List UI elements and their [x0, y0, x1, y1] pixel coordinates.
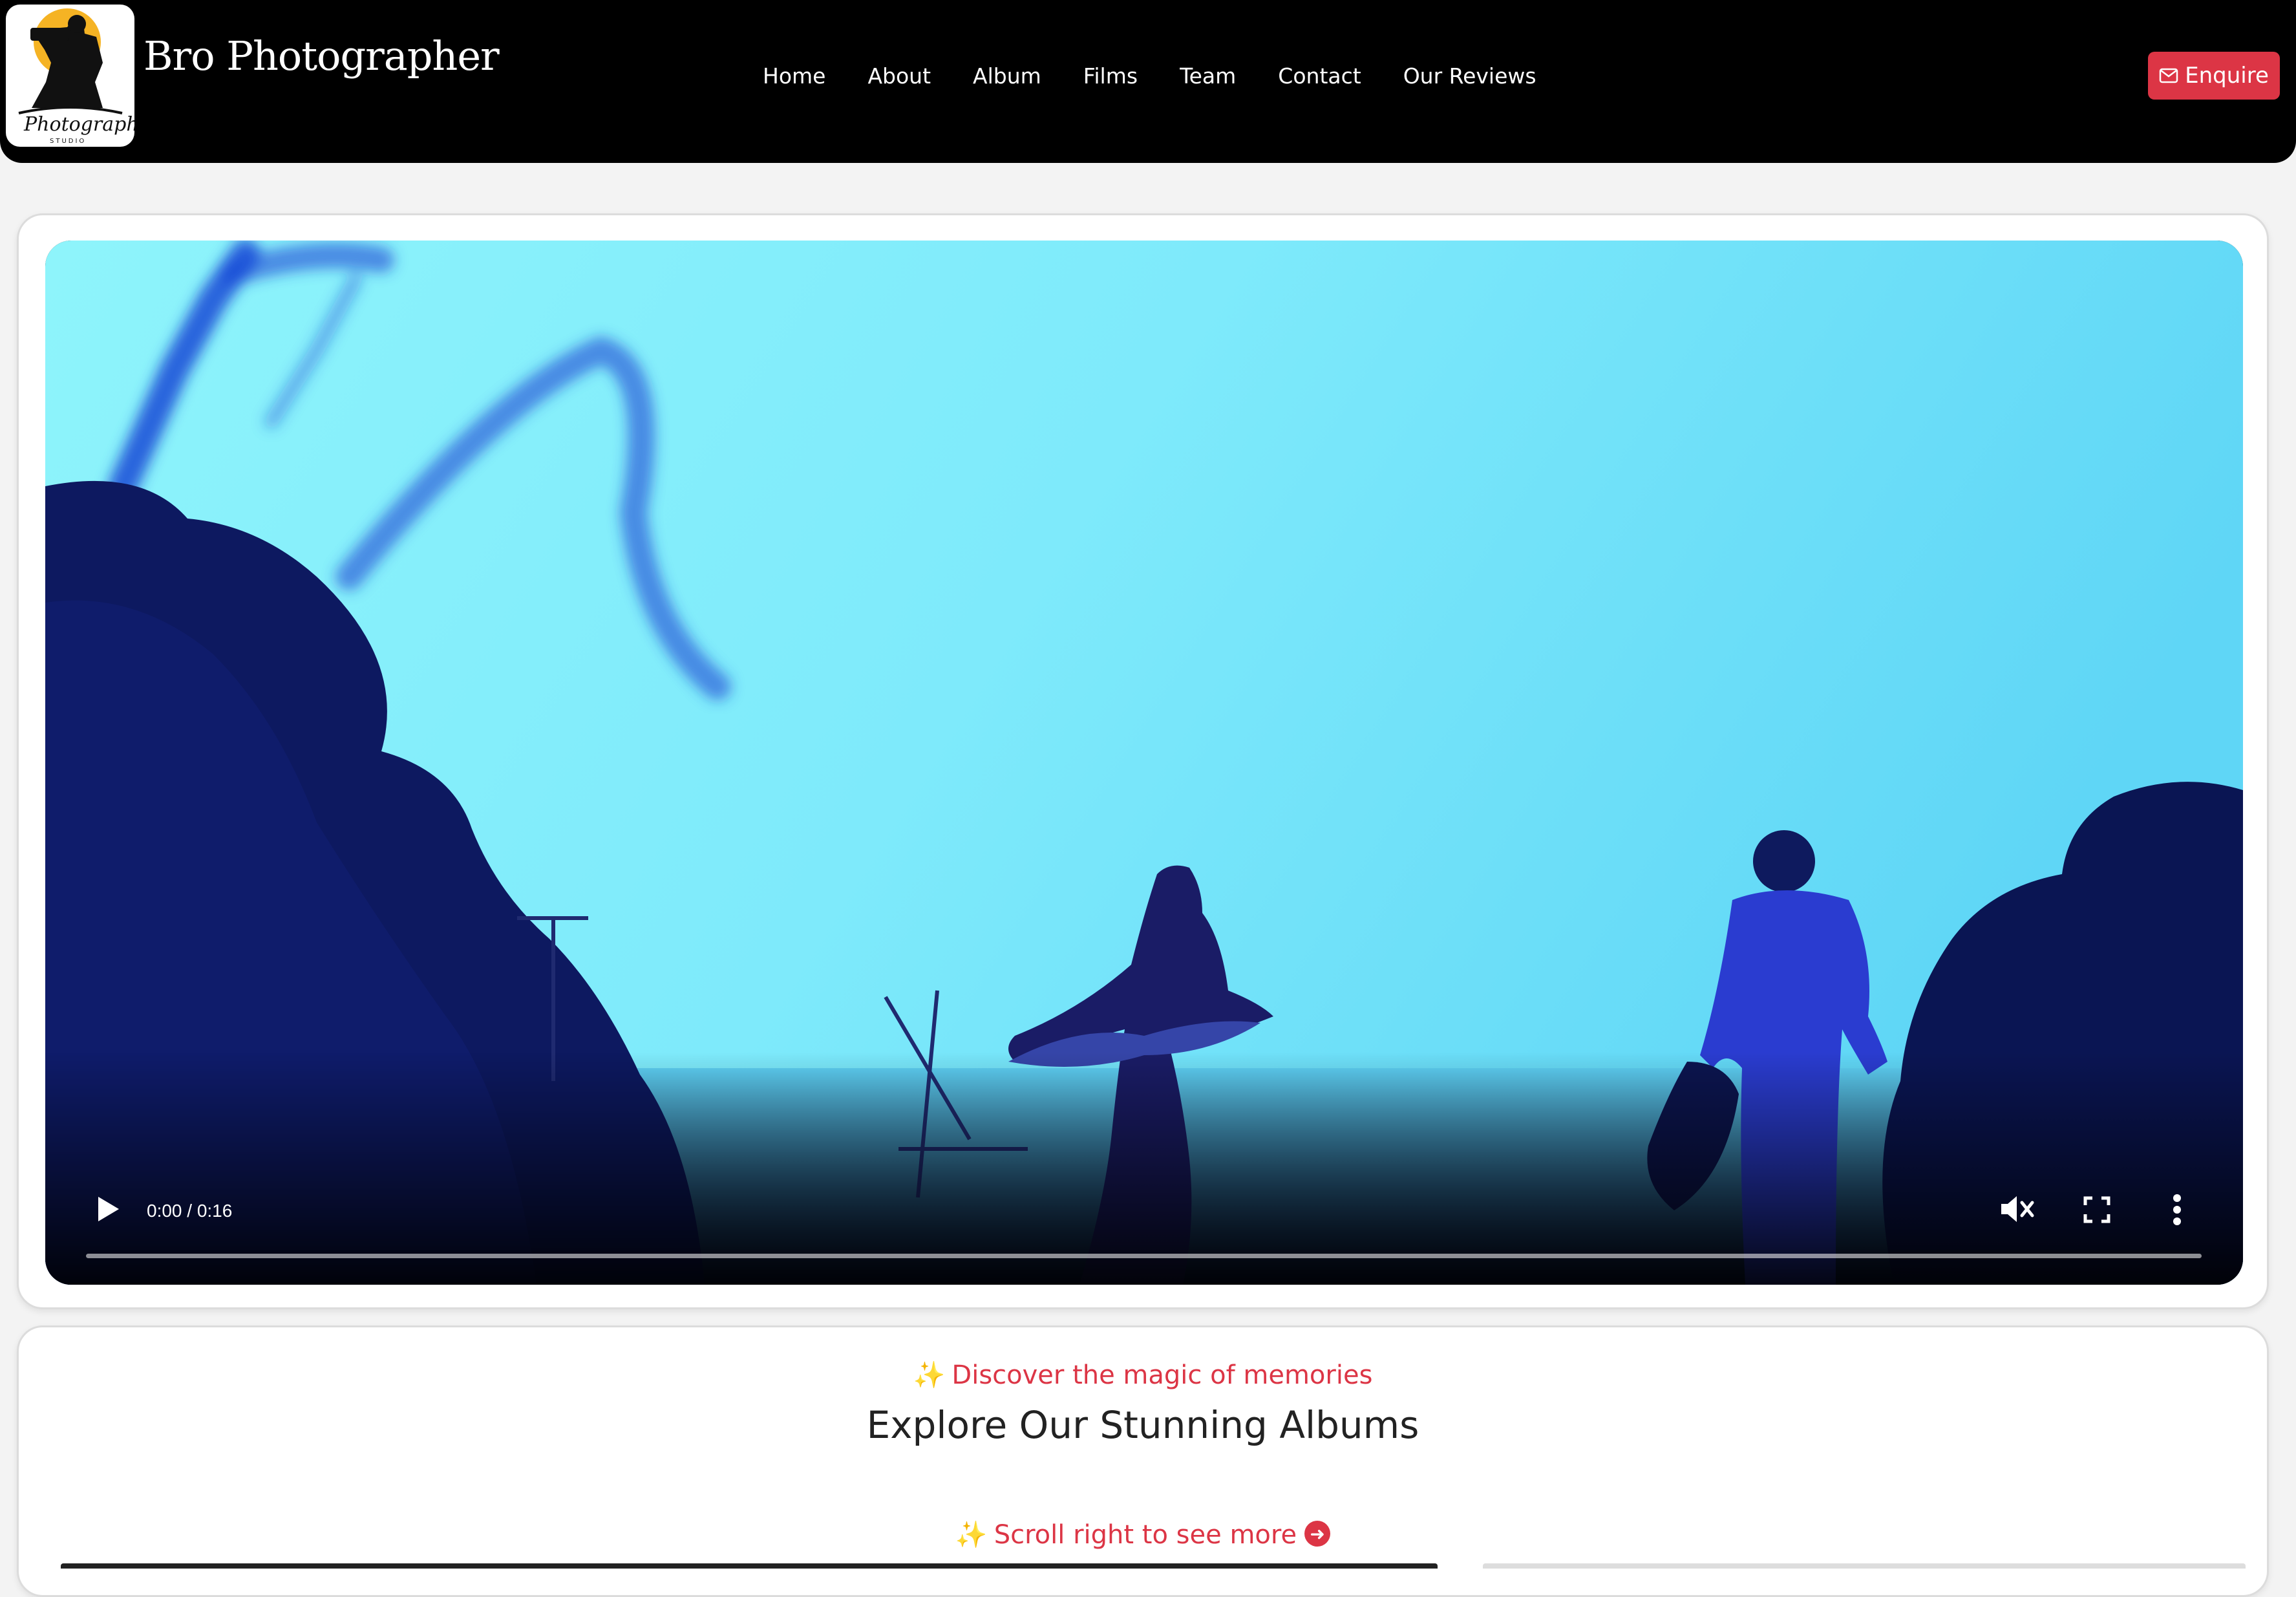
svg-text:STUDIO: STUDIO [50, 138, 86, 145]
video-time: 0:00 / 0:16 [147, 1201, 233, 1221]
photographer-logo-icon: Photography STUDIO [18, 8, 134, 145]
nav-about[interactable]: About [867, 62, 931, 91]
enquire-label: Enquire [2185, 63, 2269, 89]
sparkle-icon: ✨ [955, 1520, 988, 1550]
arrow-right-circle-icon[interactable]: ➜ [1304, 1521, 1331, 1547]
nav-our-reviews[interactable]: Our Reviews [1403, 62, 1536, 91]
tagline-text: Discover the magic of memories [951, 1360, 1373, 1390]
navbar: Photography STUDIO Bro Photographer Home… [0, 0, 2296, 163]
album-card[interactable] [61, 1563, 1438, 1569]
play-icon[interactable] [96, 1194, 122, 1224]
fullscreen-icon[interactable] [2083, 1196, 2110, 1223]
main-nav: Home About Album Films Team Contact Our … [763, 62, 1578, 91]
albums-section: ✨ Discover the magic of memories Explore … [17, 1325, 2269, 1597]
hero-video[interactable]: 0:00 / 0:16 [45, 241, 2243, 1285]
albums-tagline: ✨ Discover the magic of memories [19, 1360, 2267, 1390]
brand-name[interactable]: Bro Photographer [144, 36, 500, 76]
nav-home[interactable]: Home [763, 62, 825, 91]
video-controls-overlay [45, 1052, 2243, 1285]
studio-logo[interactable]: Photography STUDIO [6, 5, 134, 147]
video-progress-bar[interactable] [86, 1254, 2202, 1258]
scroll-hint: ✨ Scroll right to see more ➜ [19, 1519, 2267, 1550]
nav-contact[interactable]: Contact [1278, 62, 1361, 91]
sparkle-icon: ✨ [913, 1360, 946, 1390]
more-options-icon[interactable] [2172, 1194, 2182, 1226]
album-card[interactable] [1483, 1563, 2246, 1569]
hero-video-card: 0:00 / 0:16 [17, 213, 2269, 1309]
enquire-button[interactable]: Enquire [2148, 52, 2280, 100]
nav-films[interactable]: Films [1083, 62, 1138, 91]
scroll-hint-text: Scroll right to see more [994, 1520, 1297, 1550]
nav-album[interactable]: Album [973, 62, 1041, 91]
svg-text:Photography: Photography [23, 113, 134, 136]
albums-title: Explore Our Stunning Albums [866, 1403, 1419, 1447]
album-carousel[interactable] [61, 1563, 2246, 1569]
nav-team[interactable]: Team [1180, 62, 1236, 91]
muted-volume-icon[interactable] [1999, 1193, 2035, 1225]
envelope-icon [2159, 68, 2178, 83]
